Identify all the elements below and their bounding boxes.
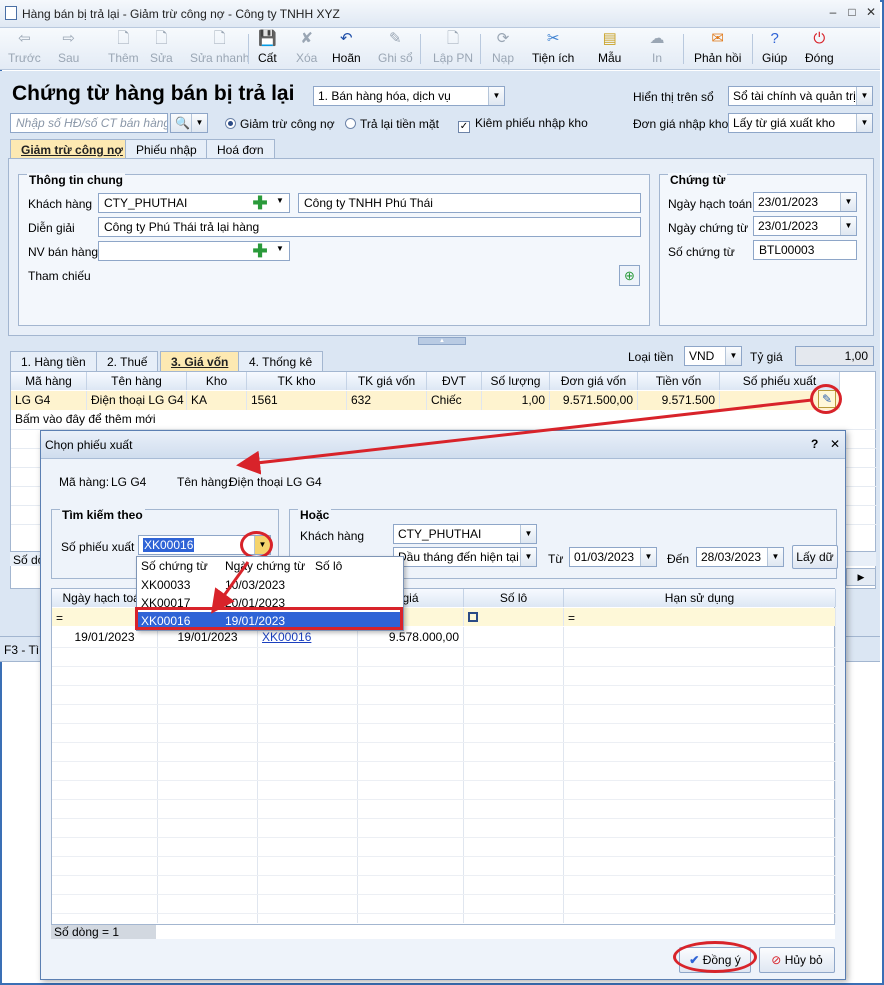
annotation-arrows: [211, 398, 813, 614]
arrow-to-dialog: [236, 398, 813, 475]
arrow-to-selection: [211, 561, 250, 614]
